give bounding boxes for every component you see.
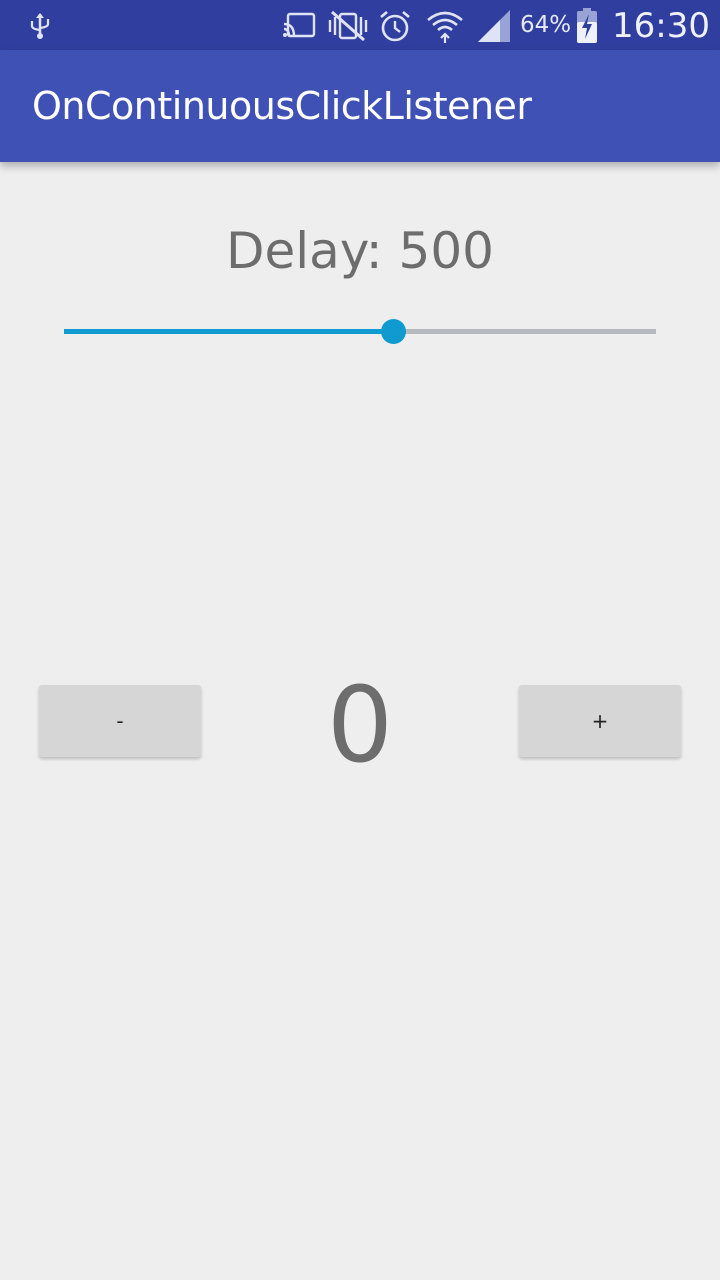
status-clock: 16:30 (612, 6, 710, 46)
status-bar: 64% 16:30 (0, 0, 720, 50)
signal-icon (478, 10, 510, 42)
alarm-icon (380, 11, 410, 42)
slider-thumb[interactable] (380, 319, 406, 344)
app-title: OnContinuousClickListener (32, 84, 532, 128)
usb-icon (30, 13, 50, 39)
cast-icon (283, 12, 316, 38)
wifi-icon (427, 11, 463, 43)
increment-button[interactable]: + (519, 685, 681, 757)
counter-value: 0 (326, 664, 394, 786)
vibrate-mute-icon (328, 10, 368, 42)
battery-charging-icon (577, 8, 597, 43)
slider-fill (64, 329, 393, 334)
battery-percent: 64% (520, 12, 572, 38)
app-bar: OnContinuousClickListener (0, 50, 720, 162)
decrement-button[interactable]: - (39, 685, 201, 757)
delay-slider[interactable] (64, 316, 656, 346)
delay-label: Delay: 500 (226, 222, 494, 280)
